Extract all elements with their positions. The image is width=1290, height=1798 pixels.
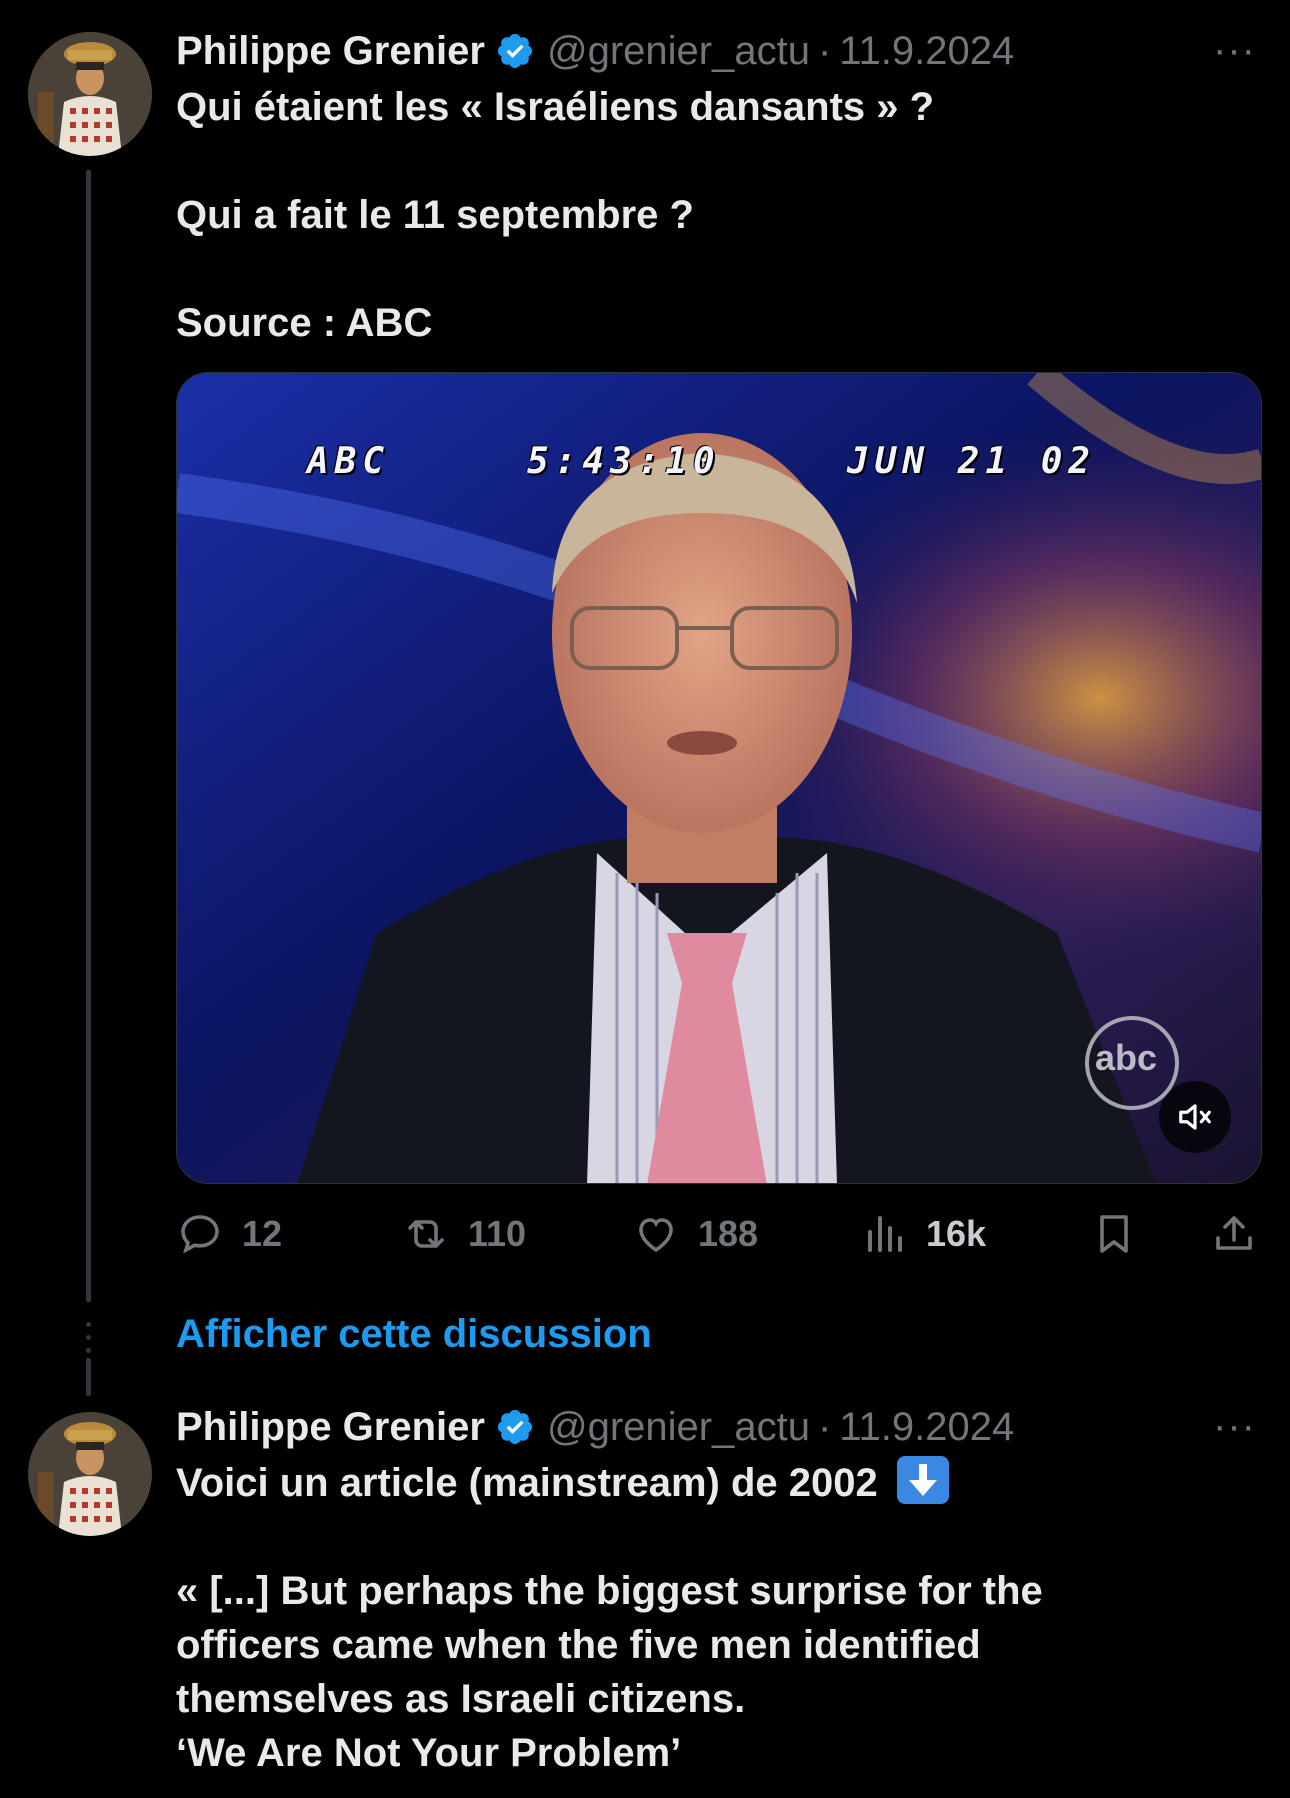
- video-player[interactable]: ABC 5:43:10 JUN 21 02 abc: [176, 372, 1262, 1184]
- tweet-header: Philippe Grenier @grenier_actu · 11.9.20…: [176, 1402, 1014, 1452]
- author-name[interactable]: Philippe Grenier: [176, 29, 485, 74]
- repost-button[interactable]: 110: [402, 1204, 526, 1264]
- bookmark-icon: [1100, 1215, 1128, 1253]
- tweet-line: officers came when the five men identifi…: [176, 1623, 981, 1667]
- tweet-header: Philippe Grenier @grenier_actu · 11.9.20…: [176, 26, 1014, 76]
- more-options-icon[interactable]: ···: [1213, 1406, 1256, 1446]
- separator: ·: [817, 1404, 832, 1449]
- like-button[interactable]: 188: [632, 1204, 758, 1264]
- bookmark-button[interactable]: [1090, 1204, 1156, 1264]
- abc-logo: abc: [1095, 1037, 1158, 1078]
- muted-speaker-icon: [1179, 1104, 1211, 1130]
- views-icon: [868, 1216, 902, 1252]
- tweet-text: Voici un article (mainstream) de 2002: [176, 1456, 1256, 1510]
- tweet-date[interactable]: 11.9.2024: [839, 29, 1014, 74]
- reply-button[interactable]: 12: [176, 1204, 282, 1264]
- author-handle[interactable]: @grenier_actu: [547, 1405, 810, 1450]
- heart-icon: [639, 1218, 673, 1253]
- tweet-actions: 12 110 188 16k: [176, 1204, 1252, 1264]
- tweet-line: Voici un article (mainstream) de 2002: [176, 1461, 878, 1505]
- reply-count: 12: [242, 1213, 283, 1254]
- like-count: 188: [698, 1213, 759, 1254]
- author-name[interactable]: Philippe Grenier: [176, 1405, 485, 1450]
- tweet-line: ‘We Are Not Your Problem’: [176, 1731, 682, 1775]
- avatar[interactable]: [28, 32, 152, 156]
- thread-line: [86, 1358, 91, 1396]
- thread-line: [86, 170, 91, 1302]
- thread-gap-dots: [86, 1322, 91, 1361]
- quoted-article-text: « [...] But perhaps the biggest surprise…: [176, 1564, 1256, 1780]
- view-count: 16k: [926, 1213, 987, 1254]
- down-arrow-emoji-icon: [896, 1456, 949, 1504]
- tweet-date[interactable]: 11.9.2024: [839, 1405, 1014, 1450]
- osd-channel: ABC: [307, 441, 391, 482]
- show-thread-link[interactable]: Afficher cette discussion: [176, 1312, 652, 1357]
- tweet-line: « [...] But perhaps the biggest surprise…: [176, 1569, 1043, 1613]
- verified-badge-icon: [497, 33, 533, 69]
- tweet-line: Qui étaient les « Israéliens dansants » …: [176, 85, 935, 129]
- tweet-line: Qui a fait le 11 septembre ?: [176, 193, 694, 237]
- avatar[interactable]: [28, 1412, 152, 1536]
- tweet-line: themselves as Israeli citizens.: [176, 1677, 746, 1721]
- separator: ·: [817, 28, 832, 73]
- verified-badge-icon: [497, 1409, 533, 1445]
- osd-date: JUN 21 02: [847, 441, 1097, 482]
- reply-icon: [181, 1215, 219, 1254]
- author-handle[interactable]: @grenier_actu: [547, 29, 810, 74]
- mute-button[interactable]: [1159, 1081, 1231, 1153]
- more-options-icon[interactable]: ···: [1213, 30, 1256, 70]
- share-button[interactable]: [1210, 1204, 1276, 1264]
- views-button[interactable]: 16k: [860, 1204, 986, 1264]
- tweet-text: Source : ABC: [176, 296, 1256, 350]
- tweet-line: Source : ABC: [176, 301, 433, 345]
- osd-time: 5:43:10: [527, 441, 721, 482]
- share-icon: [1216, 1216, 1252, 1250]
- tweet-text: Qui a fait le 11 septembre ?: [176, 188, 1256, 242]
- tweet-text: Qui étaient les « Israéliens dansants » …: [176, 80, 1256, 134]
- repost-icon: [408, 1220, 444, 1248]
- repost-count: 110: [468, 1213, 527, 1254]
